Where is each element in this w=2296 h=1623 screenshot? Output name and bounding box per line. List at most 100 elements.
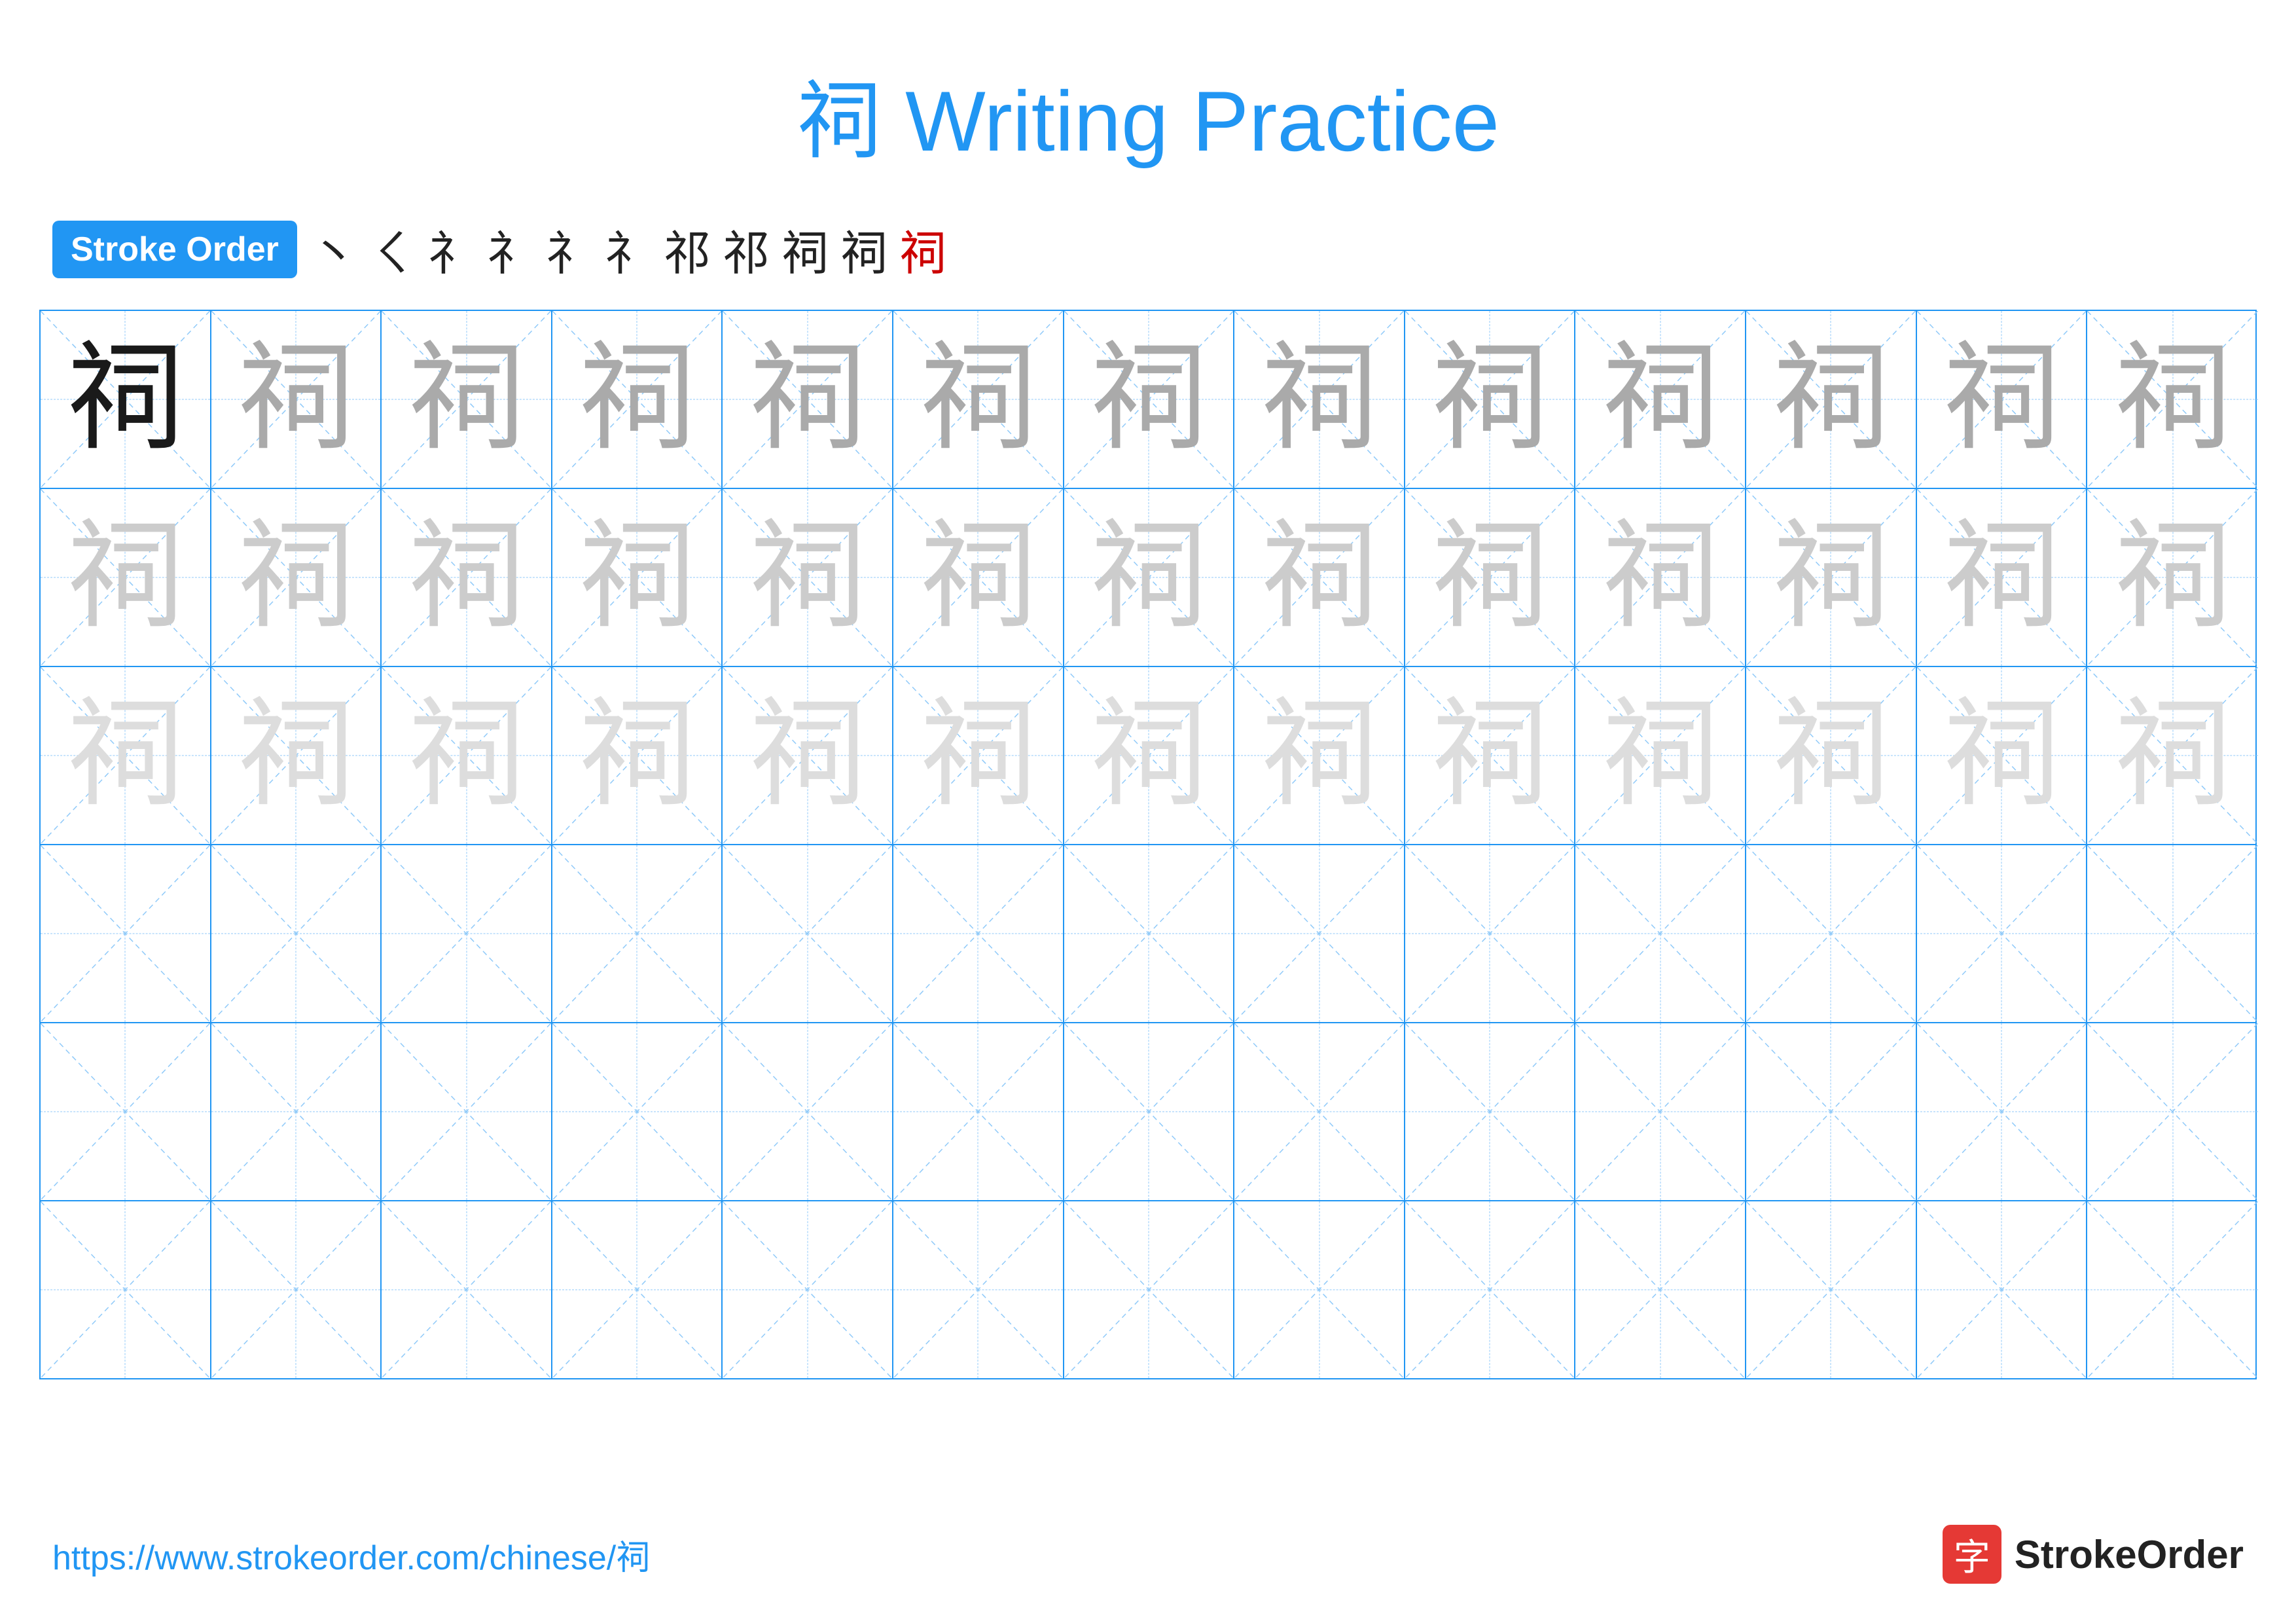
practice-char-guide: 祠 — [408, 340, 526, 458]
title-area: 祠 Writing Practice — [0, 0, 2296, 202]
grid-cell-r5-c10 — [1575, 1023, 1746, 1200]
grid-row-5 — [41, 1023, 2255, 1201]
footer-logo: 字 StrokeOrder — [1943, 1525, 2244, 1584]
grid-cell-r5-c2 — [211, 1023, 382, 1200]
stroke-7: 祁 — [664, 215, 711, 283]
stroke-8: 祁 — [723, 215, 770, 283]
grid-cell-r2-c1: 祠 — [41, 489, 211, 666]
grid-cell-r2-c12: 祠 — [1917, 489, 2088, 666]
grid-cell-r5-c11 — [1746, 1023, 1917, 1200]
grid-cell-r1-c1: 祠 — [41, 311, 211, 488]
practice-char-guide: 祠 — [1431, 340, 1549, 458]
practice-char-guide: 祠 — [578, 340, 696, 458]
grid-cell-r3-c9: 祠 — [1405, 667, 1576, 844]
grid-cell-r6-c10 — [1575, 1201, 1746, 1378]
practice-char-light: 祠 — [1431, 519, 1549, 636]
grid-cell-r4-c12 — [1917, 845, 2088, 1022]
grid-row-3: 祠 祠 祠 祠 祠 祠 祠 祠 — [41, 667, 2255, 845]
grid-cell-r5-c6 — [893, 1023, 1064, 1200]
grid-cell-r2-c7: 祠 — [1064, 489, 1235, 666]
grid-cell-r2-c13: 祠 — [2087, 489, 2258, 666]
practice-char-light: 祠 — [578, 519, 696, 636]
practice-char-vlight: 祠 — [1090, 697, 1208, 814]
grid-cell-r3-c10: 祠 — [1575, 667, 1746, 844]
practice-char-light: 祠 — [1261, 519, 1378, 636]
practice-char-vlight: 祠 — [408, 697, 526, 814]
stroke-11: 祠 — [899, 215, 946, 283]
logo-icon: 字 — [1943, 1525, 2001, 1584]
grid-cell-r6-c6 — [893, 1201, 1064, 1378]
grid-cell-r6-c5 — [723, 1201, 893, 1378]
page-title: 祠 Writing Practice — [797, 73, 1499, 169]
grid-cell-r3-c7: 祠 — [1064, 667, 1235, 844]
practice-grid: 祠 祠 祠 祠 祠 祠 祠 祠 — [39, 310, 2257, 1379]
grid-cell-r5-c8 — [1234, 1023, 1405, 1200]
grid-cell-r2-c6: 祠 — [893, 489, 1064, 666]
grid-cell-r4-c9 — [1405, 845, 1576, 1022]
grid-row-1: 祠 祠 祠 祠 祠 祠 祠 祠 — [41, 311, 2255, 489]
grid-row-6 — [41, 1201, 2255, 1378]
practice-char-guide: 祠 — [1772, 340, 1890, 458]
stroke-order-row: Stroke Order 丶 ㄑ 礻 礻 礻 礻 祁 祁 祠 祠 祠 — [0, 202, 2296, 303]
stroke-5: 礻 — [546, 215, 593, 283]
practice-char-guide: 祠 — [749, 340, 867, 458]
practice-char-guide: 祠 — [2114, 340, 2232, 458]
practice-char-vlight: 祠 — [237, 697, 355, 814]
grid-cell-r3-c2: 祠 — [211, 667, 382, 844]
practice-char-vlight: 祠 — [1261, 697, 1378, 814]
grid-cell-r6-c12 — [1917, 1201, 2088, 1378]
grid-cell-r2-c4: 祠 — [552, 489, 723, 666]
grid-cell-r6-c3 — [382, 1201, 552, 1378]
practice-char-light: 祠 — [1772, 519, 1890, 636]
grid-cell-r1-c12: 祠 — [1917, 311, 2088, 488]
grid-cell-r4-c11 — [1746, 845, 1917, 1022]
grid-cell-r1-c3: 祠 — [382, 311, 552, 488]
grid-cell-r3-c5: 祠 — [723, 667, 893, 844]
practice-char-vlight: 祠 — [66, 697, 184, 814]
grid-cell-r1-c4: 祠 — [552, 311, 723, 488]
grid-cell-r4-c2 — [211, 845, 382, 1022]
grid-cell-r4-c7 — [1064, 845, 1235, 1022]
practice-char-guide: 祠 — [237, 340, 355, 458]
practice-char-vlight: 祠 — [1431, 697, 1549, 814]
grid-cell-r4-c4 — [552, 845, 723, 1022]
grid-cell-r6-c4 — [552, 1201, 723, 1378]
grid-cell-r5-c12 — [1917, 1023, 2088, 1200]
grid-cell-r1-c5: 祠 — [723, 311, 893, 488]
practice-char-light: 祠 — [408, 519, 526, 636]
stroke-10: 祠 — [840, 215, 888, 283]
grid-cell-r1-c7: 祠 — [1064, 311, 1235, 488]
grid-cell-r6-c2 — [211, 1201, 382, 1378]
grid-cell-r6-c8 — [1234, 1201, 1405, 1378]
practice-char-vlight: 祠 — [1772, 697, 1890, 814]
stroke-2: ㄑ — [369, 215, 416, 283]
grid-cell-r1-c9: 祠 — [1405, 311, 1576, 488]
practice-char-guide: 祠 — [919, 340, 1037, 458]
grid-cell-r6-c13 — [2087, 1201, 2258, 1378]
grid-cell-r3-c1: 祠 — [41, 667, 211, 844]
practice-char-guide: 祠 — [1943, 340, 2060, 458]
practice-char-light: 祠 — [1943, 519, 2060, 636]
stroke-1: 丶 — [310, 215, 357, 283]
logo-label: StrokeOrder — [2015, 1532, 2244, 1577]
grid-cell-r2-c8: 祠 — [1234, 489, 1405, 666]
practice-char-light: 祠 — [66, 519, 184, 636]
practice-char-vlight: 祠 — [919, 697, 1037, 814]
stroke-3: 礻 — [428, 215, 475, 283]
grid-cell-r3-c13: 祠 — [2087, 667, 2258, 844]
grid-cell-r2-c9: 祠 — [1405, 489, 1576, 666]
grid-cell-r5-c5 — [723, 1023, 893, 1200]
grid-cell-r5-c9 — [1405, 1023, 1576, 1200]
grid-cell-r3-c12: 祠 — [1917, 667, 2088, 844]
grid-cell-r5-c4 — [552, 1023, 723, 1200]
grid-cell-r2-c2: 祠 — [211, 489, 382, 666]
stroke-6: 礻 — [605, 215, 652, 283]
grid-cell-r4-c1 — [41, 845, 211, 1022]
practice-char-guide: 祠 — [1090, 340, 1208, 458]
grid-cell-r3-c8: 祠 — [1234, 667, 1405, 844]
grid-cell-r4-c8 — [1234, 845, 1405, 1022]
grid-cell-r4-c13 — [2087, 845, 2258, 1022]
grid-cell-r3-c3: 祠 — [382, 667, 552, 844]
grid-cell-r5-c7 — [1064, 1023, 1235, 1200]
grid-cell-r2-c10: 祠 — [1575, 489, 1746, 666]
